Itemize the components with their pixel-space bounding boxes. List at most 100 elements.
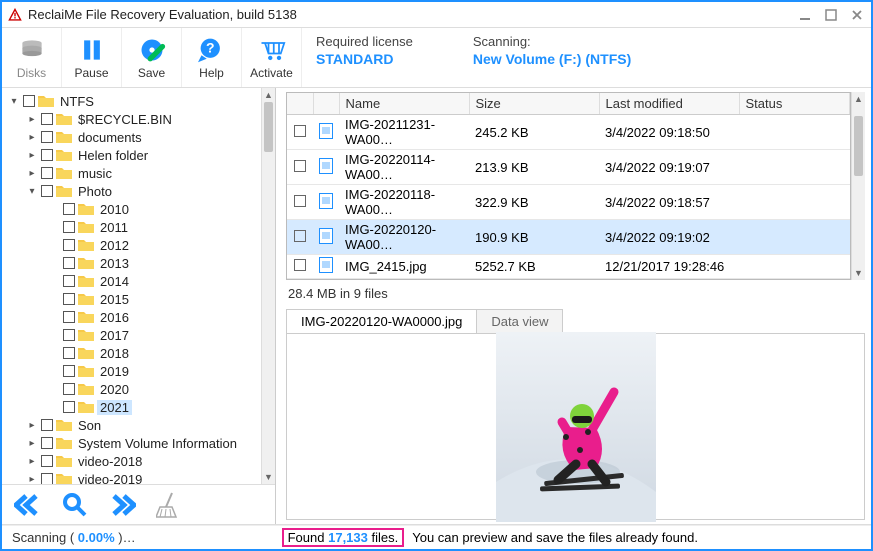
tree-item[interactable]: ▾ NTFS [4,92,259,110]
tree-label[interactable]: 2016 [97,310,132,325]
row-checkbox[interactable] [294,230,306,242]
col-size[interactable]: Size [469,93,599,115]
tree-label[interactable]: documents [75,130,145,145]
tree-checkbox[interactable] [41,131,53,143]
chevron-right-icon[interactable]: ▸ [26,132,38,143]
tree-item[interactable]: 2019 [4,362,259,380]
tree-item[interactable]: 2014 [4,272,259,290]
tab-data-view[interactable]: Data view [476,309,563,333]
tree-label[interactable]: 2011 [97,220,131,235]
table-row[interactable]: IMG-20220114-WA00…213.9 KB3/4/2022 09:19… [287,150,850,185]
tree-scrollbar[interactable]: ▲ ▼ [261,88,275,484]
col-status[interactable]: Status [739,93,850,115]
chevron-right-icon[interactable]: ▸ [26,114,38,125]
tree-label[interactable]: 2013 [97,256,132,271]
tree-item[interactable]: 2011 [4,218,259,236]
row-checkbox[interactable] [294,160,306,172]
tree-label[interactable]: 2014 [97,274,132,289]
tree-label[interactable]: $RECYCLE.BIN [75,112,175,127]
scroll-down-icon[interactable]: ▼ [852,266,865,280]
tree-label[interactable]: System Volume Information [75,436,240,451]
tree-label[interactable]: 2018 [97,346,132,361]
tree-item[interactable]: ▸ System Volume Information [4,434,259,452]
scanning-value[interactable]: New Volume (F:) (NTFS) [473,51,631,67]
tree-label[interactable]: 2019 [97,364,132,379]
chevron-right-icon[interactable]: ▸ [26,438,38,449]
tree-item[interactable]: 2012 [4,236,259,254]
chevron-right-icon[interactable]: ▸ [26,474,38,485]
tree-item[interactable]: ▸ Son [4,416,259,434]
tree-item[interactable]: ▾ Photo [4,182,259,200]
chevron-right-icon[interactable]: ▸ [26,456,38,467]
tree-label[interactable]: 2021 [97,400,132,415]
row-checkbox[interactable] [294,259,306,271]
tree-item[interactable]: ▸ $RECYCLE.BIN [4,110,259,128]
nav-back-button[interactable] [14,494,42,516]
save-button[interactable]: Save [122,28,182,87]
tree-checkbox[interactable] [63,347,75,359]
tree-item[interactable]: ▸video-2019 [4,470,259,484]
tree-checkbox[interactable] [63,239,75,251]
chevron-right-icon[interactable]: ▸ [26,168,38,179]
tree-checkbox[interactable] [63,257,75,269]
tree-item[interactable]: 2021 [4,398,259,416]
tree-checkbox[interactable] [41,419,53,431]
pause-button[interactable]: Pause [62,28,122,87]
tree-checkbox[interactable] [41,185,53,197]
tree-checkbox[interactable] [41,455,53,467]
scroll-thumb[interactable] [264,102,273,152]
tree-item[interactable]: ▸ music [4,164,259,182]
tree-label[interactable]: music [75,166,115,181]
tree-checkbox[interactable] [63,311,75,323]
scroll-up-icon[interactable]: ▲ [852,92,865,106]
scroll-up-icon[interactable]: ▲ [262,88,275,102]
chevron-down-icon[interactable]: ▾ [26,186,38,197]
table-row[interactable]: IMG-20211231-WA00…245.2 KB3/4/2022 09:18… [287,115,850,150]
chevron-right-icon[interactable]: ▸ [26,150,38,161]
tree-label[interactable]: NTFS [57,94,97,109]
tree-item[interactable]: 2010 [4,200,259,218]
tree-item[interactable]: 2018 [4,344,259,362]
search-button[interactable] [62,492,88,518]
tree-item[interactable]: ▸ documents [4,128,259,146]
table-row[interactable]: IMG-20220120-WA00…190.9 KB3/4/2022 09:19… [287,220,850,255]
folder-tree[interactable]: ▾ NTFS ▸ $RECYCLE.BIN ▸ documents ▸ Helen folde… [2,88,261,484]
col-name[interactable]: Name [339,93,469,115]
disks-button[interactable]: Disks [2,28,62,87]
tree-checkbox[interactable] [63,365,75,377]
table-row[interactable]: IMG-20220118-WA00…322.9 KB3/4/2022 09:18… [287,185,850,220]
minimize-button[interactable] [797,7,813,23]
tree-item[interactable]: 2013 [4,254,259,272]
table-scrollbar[interactable]: ▲ ▼ [851,92,865,280]
tree-label[interactable]: Photo [75,184,115,199]
tree-checkbox[interactable] [63,329,75,341]
scroll-thumb[interactable] [854,116,863,176]
broom-icon[interactable] [156,491,180,519]
chevron-down-icon[interactable]: ▾ [8,96,20,107]
tree-checkbox[interactable] [63,275,75,287]
tree-item[interactable]: ▸ Helen folder [4,146,259,164]
tab-image-preview[interactable]: IMG-20220120-WA0000.jpg [286,309,477,333]
tree-item[interactable]: 2020 [4,380,259,398]
tree-checkbox[interactable] [41,113,53,125]
tree-label[interactable]: 2020 [97,382,132,397]
chevron-right-icon[interactable]: ▸ [26,420,38,431]
tree-label[interactable]: 2010 [97,202,132,217]
maximize-button[interactable] [823,7,839,23]
tree-label[interactable]: 2015 [97,292,132,307]
tree-checkbox[interactable] [23,95,35,107]
col-modified[interactable]: Last modified [599,93,739,115]
tree-label[interactable]: 2017 [97,328,132,343]
tree-label[interactable]: 2012 [97,238,132,253]
tree-checkbox[interactable] [63,383,75,395]
tree-item[interactable]: 2017 [4,326,259,344]
tree-label[interactable]: Helen folder [75,148,151,163]
tree-item[interactable]: 2016 [4,308,259,326]
tree-checkbox[interactable] [63,401,75,413]
tree-label[interactable]: Son [75,418,104,433]
scroll-down-icon[interactable]: ▼ [262,470,275,484]
tree-checkbox[interactable] [41,437,53,449]
tree-checkbox[interactable] [41,167,53,179]
tree-item[interactable]: ▸video-2018 [4,452,259,470]
row-checkbox[interactable] [294,125,306,137]
